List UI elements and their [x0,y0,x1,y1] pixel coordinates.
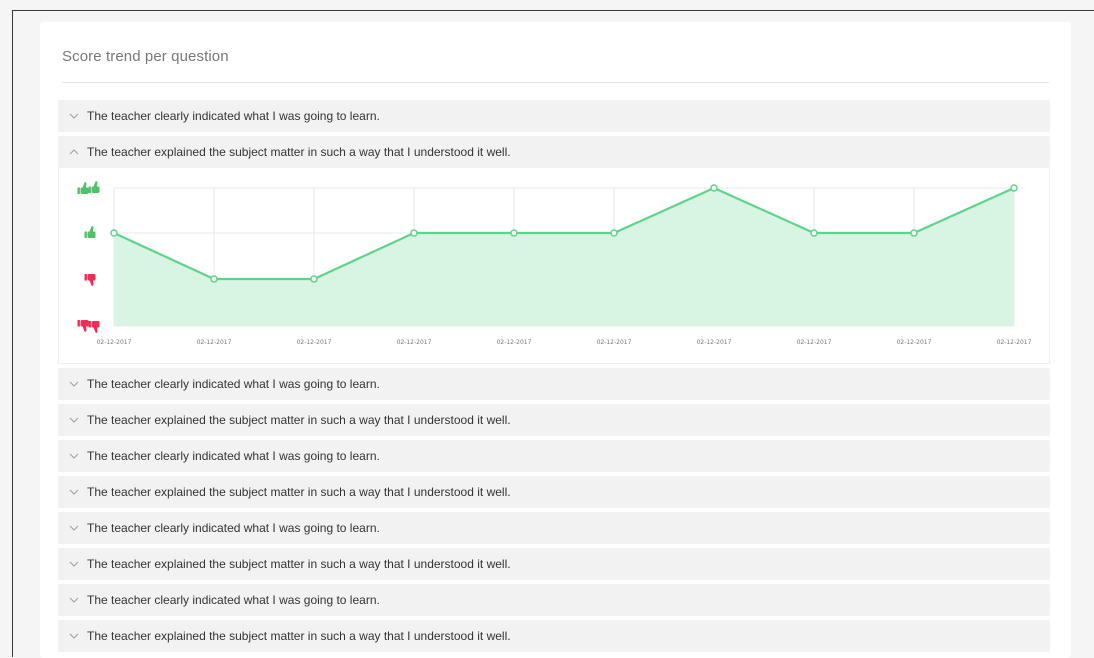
question-label: The teacher clearly indicated what I was… [87,377,380,391]
x-tick-label: 02-12-2017 [497,339,532,346]
chevron-down-icon [64,113,84,119]
chevron-down-icon [64,633,84,639]
question-item: The teacher explained the subject matter… [58,136,1050,364]
score-trend-panel: Score trend per question The teacher cle… [40,22,1071,658]
question-item: The teacher explained the subject matter… [58,620,1050,652]
question-item: The teacher explained the subject matter… [58,548,1050,580]
x-tick-label: 02-12-2017 [397,339,432,346]
title-divider [62,82,1049,83]
question-label: The teacher clearly indicated what I was… [87,593,380,607]
question-label: The teacher explained the subject matter… [87,557,511,571]
question-header[interactable]: The teacher clearly indicated what I was… [58,100,1050,132]
double-thumbs-down-icon [77,320,100,333]
question-label: The teacher explained the subject matter… [87,485,511,499]
question-label: The teacher clearly indicated what I was… [87,521,380,535]
question-item: The teacher clearly indicated what I was… [58,100,1050,132]
panel-title: Score trend per question [62,48,229,65]
x-tick-label: 02-12-2017 [897,339,932,346]
data-point[interactable] [410,229,418,237]
score-trend-chart: 02-12-2017 02-12-2017 02-12-2017 02-12-2017… [77,181,1032,346]
question-header[interactable]: The teacher explained the subject matter… [58,548,1050,580]
x-tick-label: 02-12-2017 [997,339,1032,346]
data-point[interactable] [510,229,518,237]
question-label: The teacher explained the subject matter… [87,145,511,159]
x-tick-label: 02-12-2017 [97,339,132,346]
question-item: The teacher explained the subject matter… [58,476,1050,508]
series-area [114,188,1014,326]
question-label: The teacher explained the subject matter… [87,629,511,643]
question-item: The teacher clearly indicated what I was… [58,512,1050,544]
question-label: The teacher clearly indicated what I was… [87,109,380,123]
data-point[interactable] [110,229,118,237]
data-point[interactable] [310,275,318,283]
question-header[interactable]: The teacher explained the subject matter… [58,404,1050,436]
question-accordion: The teacher clearly indicated what I was… [58,100,1050,656]
question-label: The teacher clearly indicated what I was… [87,449,380,463]
question-header[interactable]: The teacher clearly indicated what I was… [58,584,1050,616]
question-header[interactable]: The teacher clearly indicated what I was… [58,512,1050,544]
question-header[interactable]: The teacher explained the subject matter… [58,136,1050,168]
question-item: The teacher clearly indicated what I was… [58,440,1050,472]
double-thumbs-up-icon [77,181,100,194]
question-item: The teacher explained the subject matter… [58,404,1050,436]
data-point[interactable] [210,275,218,283]
question-item: The teacher clearly indicated what I was… [58,584,1050,616]
chevron-down-icon [64,453,84,459]
question-header[interactable]: The teacher explained the subject matter… [58,476,1050,508]
window-frame: Score trend per question The teacher cle… [12,10,1094,658]
thumbs-down-icon [84,274,96,286]
chevron-down-icon [64,561,84,567]
question-label: The teacher explained the subject matter… [87,413,511,427]
x-tick-label: 02-12-2017 [597,339,632,346]
chevron-down-icon [64,525,84,531]
question-chart-panel: 02-12-2017 02-12-2017 02-12-2017 02-12-2017… [58,168,1050,364]
x-tick-label: 02-12-2017 [197,339,232,346]
data-point[interactable] [910,229,918,237]
chevron-down-icon [64,417,84,423]
x-tick-label: 02-12-2017 [297,339,332,346]
question-header[interactable]: The teacher clearly indicated what I was… [58,440,1050,472]
chevron-up-icon [64,149,84,155]
thumbs-up-icon [84,226,96,238]
question-header[interactable]: The teacher clearly indicated what I was… [58,368,1050,400]
chevron-down-icon [64,489,84,495]
data-point[interactable] [1010,184,1018,192]
x-tick-label: 02-12-2017 [797,339,832,346]
chevron-down-icon [64,381,84,387]
question-item: The teacher clearly indicated what I was… [58,368,1050,400]
data-point[interactable] [810,229,818,237]
chevron-down-icon [64,597,84,603]
x-tick-label: 02-12-2017 [697,339,732,346]
question-header[interactable]: The teacher explained the subject matter… [58,620,1050,652]
data-point[interactable] [710,184,718,192]
data-point[interactable] [610,229,618,237]
